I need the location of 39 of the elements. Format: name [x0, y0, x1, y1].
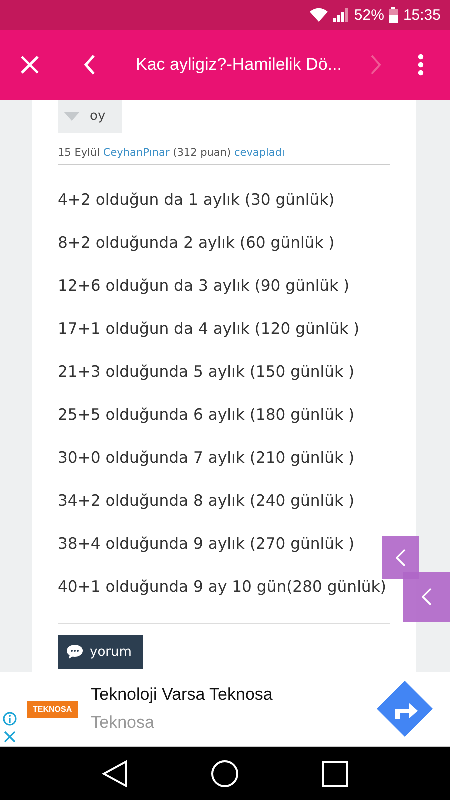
signal-icon: [333, 8, 350, 22]
close-icon[interactable]: [3, 730, 17, 744]
answer-line: 34+2 olduğunda 8 aylık (240 günlük ): [58, 492, 355, 510]
recents-nav-button[interactable]: [322, 760, 348, 786]
chevron-left-icon: [422, 588, 432, 606]
answer-line: 17+1 olduğun da 4 aylık (120 günlük ): [58, 320, 360, 338]
answer-line: 40+1 olduğunda 9 ay 10 gün(280 günlük): [58, 578, 386, 596]
answer-line: 25+5 olduğunda 6 aylık (180 günlük ): [58, 406, 355, 424]
clock: 15:35: [403, 6, 441, 24]
home-nav-button[interactable]: [210, 760, 239, 788]
advertiser-logo: TEKNOSA: [27, 700, 78, 718]
answer-line: 4+2 olduğun da 1 aylık (30 günlük): [58, 190, 335, 208]
answered-link[interactable]: cevapladı: [234, 147, 285, 159]
back-nav-button[interactable]: [102, 760, 128, 788]
close-icon: [21, 56, 39, 74]
page-title: Kac ayligiz?-Hamilelik Dö...: [136, 55, 343, 75]
comment-button[interactable]: yorum: [58, 635, 143, 669]
wifi-icon: [310, 8, 328, 22]
ad-headline[interactable]: Teknoloji Varsa Teknosa: [91, 685, 377, 705]
answer-line: 8+2 olduğunda 2 aylık (60 günlük ): [58, 234, 335, 252]
chevron-right-icon: [370, 55, 382, 75]
chevron-left-icon: [396, 548, 406, 566]
speech-bubble-icon: [67, 645, 83, 659]
answer-line: 12+6 olduğun da 3 aylık (90 günlük ): [58, 276, 350, 294]
triangle-down-icon: [64, 112, 80, 121]
vote-down-button[interactable]: oy: [58, 100, 122, 133]
user-link[interactable]: CeyhanPınar: [103, 147, 170, 159]
more-icon: [418, 54, 424, 76]
battery-icon: [389, 7, 398, 23]
answer-line: 21+3 olduğunda 5 aylık (150 günlük ): [58, 362, 355, 380]
answer-meta: 15 Eylül CeyhanPınar (312 puan) cevapladı: [58, 147, 390, 165]
chevron-left-icon: [84, 55, 96, 75]
ad-advertiser: Teknosa: [91, 713, 156, 733]
directions-icon[interactable]: [377, 681, 433, 737]
battery-percent: 52%: [354, 6, 384, 24]
collapse-button[interactable]: [382, 536, 419, 579]
info-icon[interactable]: [3, 712, 17, 726]
answer-line: 30+0 olduğunda 7 aylık (210 günlük ): [58, 448, 355, 466]
answer-line: 38+4 olduğunda 9 aylık (270 günlük ): [58, 534, 355, 552]
